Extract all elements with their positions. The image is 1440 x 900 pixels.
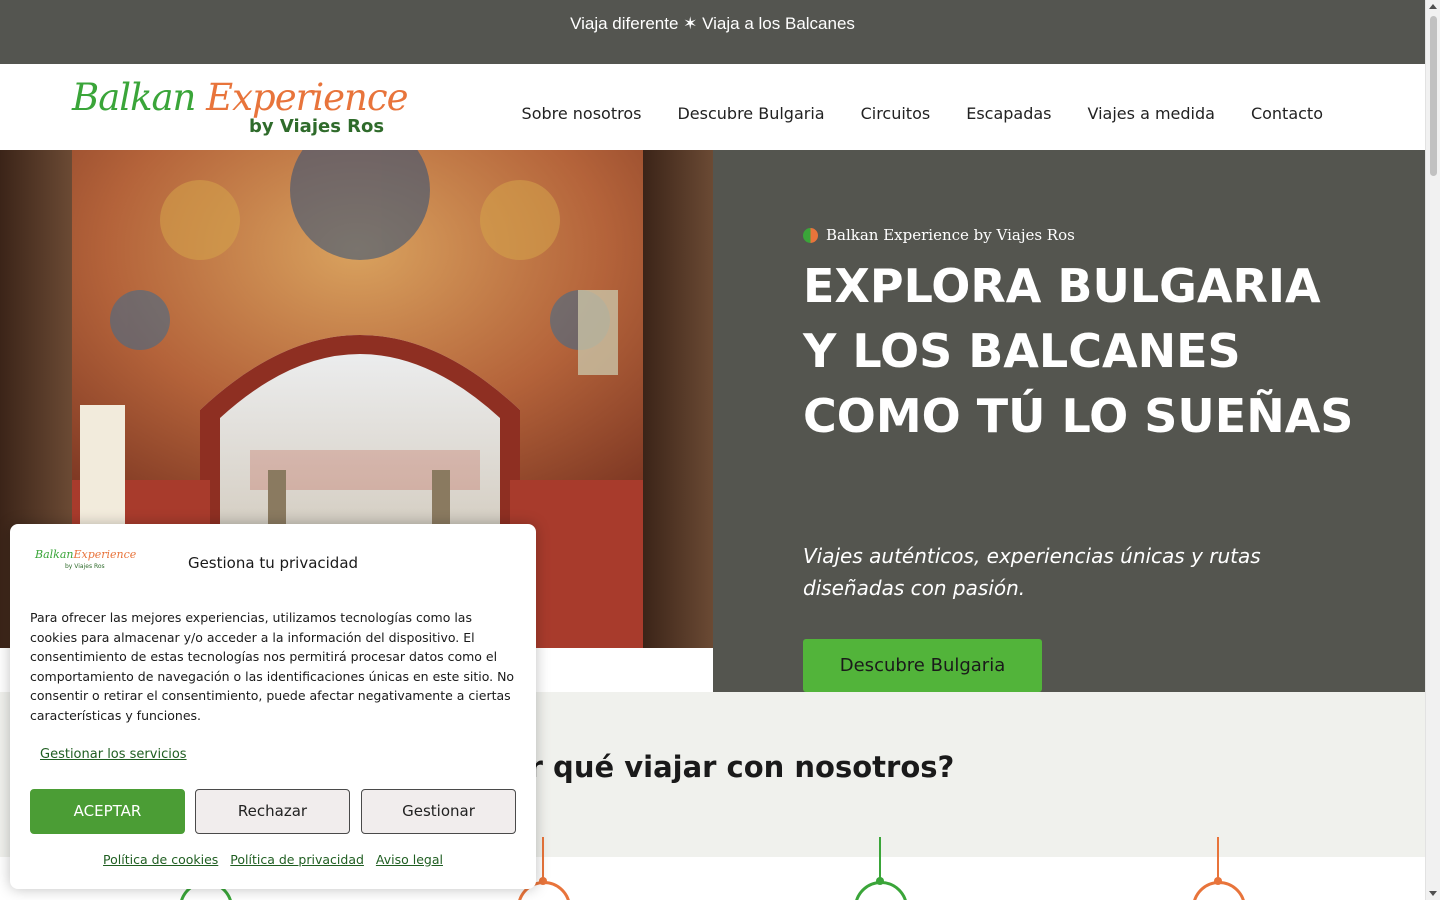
legal-notice-link[interactable]: Aviso legal [376, 852, 443, 867]
nav-item-escapadas[interactable]: Escapadas [966, 104, 1051, 123]
privacy-policy-link[interactable]: Política de privacidad [230, 852, 364, 867]
feature-green-icon [850, 837, 910, 900]
cookie-text: Para ofrecer las mejores experiencias, u… [30, 610, 515, 723]
accept-button[interactable]: ACEPTAR [30, 789, 185, 834]
nav-item-descubre-bulgaria[interactable]: Descubre Bulgaria [677, 104, 824, 123]
hero-title: EXPLORA BULGARIA Y LOS BALCANES COMO TÚ … [803, 259, 1354, 443]
deny-button[interactable]: Rechazar [195, 789, 350, 834]
brand-dot-icon [803, 227, 818, 243]
manage-services-link[interactable]: Gestionar los servicios [40, 747, 187, 762]
cookie-consent-dialog: BalkanExperience by Viajes Ros Gestiona … [10, 524, 536, 889]
scroll-down-icon[interactable] [1429, 891, 1437, 896]
cookie-title: Gestiona tu privacidad [187, 554, 359, 572]
hero-brandline: Balkan Experience by Viajes Ros [803, 226, 1075, 244]
feature-orange-icon [1188, 837, 1248, 900]
hero-panel: Balkan Experience by Viajes Ros EXPLORA … [713, 150, 1425, 692]
scroll-thumb[interactable] [1430, 16, 1437, 176]
manage-button[interactable]: Gestionar [361, 789, 516, 834]
cookie-policy-link[interactable]: Política de cookies [103, 852, 218, 867]
page-scrollbar[interactable] [1425, 0, 1440, 900]
nav-item-contacto[interactable]: Contacto [1251, 104, 1323, 123]
nav-item-viajes-a-medida[interactable]: Viajes a medida [1088, 104, 1215, 123]
descubre-bulgaria-button[interactable]: Descubre Bulgaria [803, 639, 1042, 692]
site-logo[interactable]: Balkan Experience by Viajes Ros [72, 76, 409, 140]
nav-item-sobre-nosotros[interactable]: Sobre nosotros [522, 104, 642, 123]
main-nav: Sobre nosotros Descubre Bulgaria Circuit… [522, 104, 1323, 123]
announcement-bar: Viaja diferente ✶ Viaja a los Balcanes [0, 0, 1425, 64]
scroll-up-icon[interactable] [1429, 4, 1437, 9]
site-header: Balkan Experience by Viajes Ros Sobre no… [0, 64, 1425, 150]
hero-subtitle: Viajes auténticos, experiencias únicas y… [803, 544, 1261, 600]
cookie-links: Política de cookies Política de privacid… [10, 852, 536, 867]
logo-tagline: by Viajes Ros [249, 116, 385, 137]
announcement-text: Viaja diferente ✶ Viaja a los Balcanes [570, 14, 855, 33]
logo-wordmark: Balkan Experience [72, 76, 409, 119]
nav-item-circuitos[interactable]: Circuitos [861, 104, 931, 123]
